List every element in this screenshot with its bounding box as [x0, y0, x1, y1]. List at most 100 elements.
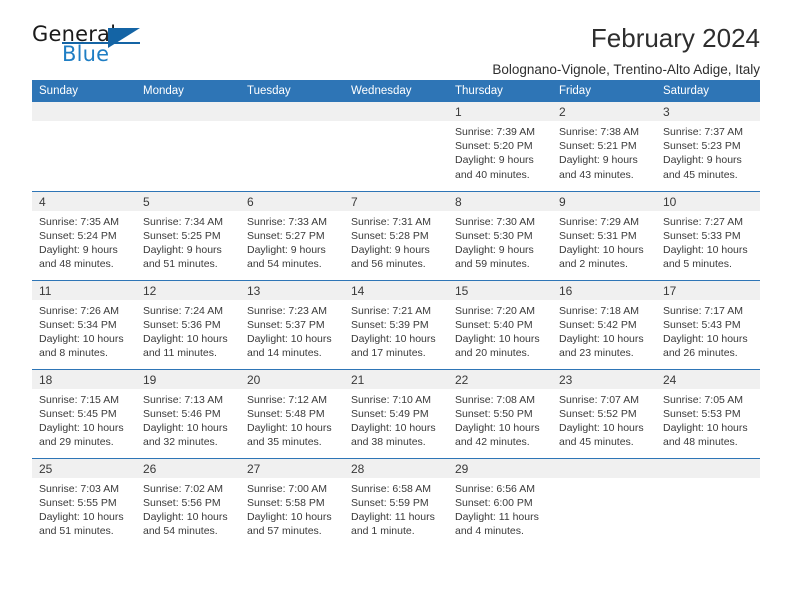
- calendar-day-cell[interactable]: 4 Sunrise: 7:35 AM Sunset: 5:24 PM Daylight…: [32, 190, 136, 280]
- sunrise-text: Sunrise: 7:15 AM: [39, 393, 119, 406]
- sunrise-text: Sunrise: 7:23 AM: [247, 304, 327, 317]
- calendar-day-cell[interactable]: 20 Sunrise: 7:12 AM Sunset: 5:48 PM Dayligh…: [240, 368, 344, 458]
- calendar-day-cell[interactable]: 18 Sunrise: 7:15 AM Sunset: 5:45 PM Dayligh…: [32, 368, 136, 458]
- sunrise-text: Sunrise: 7:35 AM: [39, 215, 119, 228]
- sunrise-text: Sunrise: 7:07 AM: [559, 393, 639, 406]
- day-details: Sunrise: 7:13 AM Sunset: 5:46 PM Daylight:…: [136, 389, 240, 450]
- calendar-day-cell[interactable]: 15 Sunrise: 7:20 AM Sunset: 5:40 PM Dayligh…: [448, 279, 552, 369]
- daylight-text: and 2 minutes.: [559, 258, 628, 271]
- calendar-day-cell[interactable]: 14 Sunrise: 7:21 AM Sunset: 5:39 PM Dayligh…: [344, 279, 448, 369]
- calendar-day-cell-empty: [136, 102, 240, 191]
- calendar-day-cell[interactable]: 28 Sunrise: 6:58 AM Sunset: 5:59 PM Dayligh…: [344, 457, 448, 547]
- sunset-text: Sunset: 5:36 PM: [143, 318, 221, 331]
- day-number: [344, 102, 448, 121]
- daylight-text: Daylight: 10 hours: [143, 421, 228, 434]
- sunset-text: Sunset: 5:55 PM: [39, 496, 117, 509]
- daylight-text: Daylight: 10 hours: [663, 243, 748, 256]
- calendar-day-cell[interactable]: 10 Sunrise: 7:27 AM Sunset: 5:33 PM Dayligh…: [656, 190, 760, 280]
- weekday-header-saturday: Saturday: [656, 80, 760, 102]
- sunset-text: Sunset: 5:45 PM: [39, 407, 117, 420]
- calendar-day-cell[interactable]: 1 Sunrise: 7:39 AM Sunset: 5:20 PM Daylight…: [448, 102, 552, 191]
- calendar-day-cell[interactable]: 12 Sunrise: 7:24 AM Sunset: 5:36 PM Dayligh…: [136, 279, 240, 369]
- day-details: Sunrise: 7:38 AM Sunset: 5:21 PM Daylight:…: [552, 121, 656, 182]
- sunrise-text: Sunrise: 7:34 AM: [143, 215, 223, 228]
- sunset-text: Sunset: 5:42 PM: [559, 318, 637, 331]
- sunset-text: Sunset: 5:33 PM: [663, 229, 741, 242]
- sunrise-text: Sunrise: 6:56 AM: [455, 482, 535, 495]
- daylight-text: Daylight: 10 hours: [247, 332, 332, 345]
- daylight-text: Daylight: 10 hours: [559, 243, 644, 256]
- day-number: 20: [240, 369, 344, 389]
- calendar-day-cell[interactable]: 17 Sunrise: 7:17 AM Sunset: 5:43 PM Dayligh…: [656, 279, 760, 369]
- sunset-text: Sunset: 5:46 PM: [143, 407, 221, 420]
- day-number: 13: [240, 280, 344, 300]
- day-number: 19: [136, 369, 240, 389]
- calendar-day-cell[interactable]: 9 Sunrise: 7:29 AM Sunset: 5:31 PM Daylight…: [552, 190, 656, 280]
- sunrise-text: Sunrise: 7:13 AM: [143, 393, 223, 406]
- calendar-day-cell[interactable]: 25 Sunrise: 7:03 AM Sunset: 5:55 PM Dayligh…: [32, 457, 136, 547]
- sunrise-text: Sunrise: 7:10 AM: [351, 393, 431, 406]
- day-number: [32, 102, 136, 121]
- day-details: Sunrise: 7:10 AM Sunset: 5:49 PM Daylight:…: [344, 389, 448, 450]
- calendar-day-cell[interactable]: 5 Sunrise: 7:34 AM Sunset: 5:25 PM Daylight…: [136, 190, 240, 280]
- calendar-day-cell[interactable]: 29 Sunrise: 6:56 AM Sunset: 6:00 PM Dayligh…: [448, 457, 552, 547]
- daylight-text: and 43 minutes.: [559, 168, 634, 181]
- calendar-day-cell[interactable]: 13 Sunrise: 7:23 AM Sunset: 5:37 PM Dayligh…: [240, 279, 344, 369]
- day-details: Sunrise: 7:18 AM Sunset: 5:42 PM Daylight:…: [552, 300, 656, 361]
- calendar-day-cell[interactable]: 8 Sunrise: 7:30 AM Sunset: 5:30 PM Daylight…: [448, 190, 552, 280]
- sunset-text: Sunset: 5:53 PM: [663, 407, 741, 420]
- calendar-day-cell[interactable]: 23 Sunrise: 7:07 AM Sunset: 5:52 PM Dayligh…: [552, 368, 656, 458]
- sunrise-text: Sunrise: 7:08 AM: [455, 393, 535, 406]
- sunset-text: Sunset: 5:28 PM: [351, 229, 429, 242]
- calendar-day-cell[interactable]: 26 Sunrise: 7:02 AM Sunset: 5:56 PM Dayligh…: [136, 457, 240, 547]
- weekday-header-monday: Monday: [136, 80, 240, 102]
- calendar-day-cell[interactable]: 11 Sunrise: 7:26 AM Sunset: 5:34 PM Dayligh…: [32, 279, 136, 369]
- calendar-day-cell-empty: [344, 102, 448, 191]
- calendar-day-cell[interactable]: 24 Sunrise: 7:05 AM Sunset: 5:53 PM Dayligh…: [656, 368, 760, 458]
- sunset-text: Sunset: 5:59 PM: [351, 496, 429, 509]
- daylight-text: Daylight: 10 hours: [559, 332, 644, 345]
- sunset-text: Sunset: 5:25 PM: [143, 229, 221, 242]
- calendar-header-row: Sunday Monday Tuesday Wednesday Thursday Frid…: [32, 80, 760, 102]
- sunset-text: Sunset: 5:34 PM: [39, 318, 117, 331]
- daylight-text: and 48 minutes.: [39, 258, 114, 271]
- sunset-text: Sunset: 5:52 PM: [559, 407, 637, 420]
- sunset-text: Sunset: 5:58 PM: [247, 496, 325, 509]
- sunrise-text: Sunrise: 7:17 AM: [663, 304, 743, 317]
- day-details: Sunrise: 7:26 AM Sunset: 5:34 PM Daylight:…: [32, 300, 136, 361]
- daylight-text: Daylight: 10 hours: [351, 421, 436, 434]
- day-number: 28: [344, 458, 448, 478]
- daylight-text: Daylight: 10 hours: [143, 332, 228, 345]
- day-details: Sunrise: 7:39 AM Sunset: 5:20 PM Daylight:…: [448, 121, 552, 182]
- calendar-body: 1 Sunrise: 7:39 AM Sunset: 5:20 PM Daylight…: [32, 102, 760, 547]
- general-blue-logo[interactable]: General Blue: [32, 22, 152, 74]
- calendar-day-cell[interactable]: 27 Sunrise: 7:00 AM Sunset: 5:58 PM Dayligh…: [240, 457, 344, 547]
- calendar-day-cell[interactable]: 19 Sunrise: 7:13 AM Sunset: 5:46 PM Dayligh…: [136, 368, 240, 458]
- day-details: Sunrise: 7:30 AM Sunset: 5:30 PM Daylight:…: [448, 211, 552, 272]
- calendar-day-cell[interactable]: 16 Sunrise: 7:18 AM Sunset: 5:42 PM Dayligh…: [552, 279, 656, 369]
- calendar-day-cell[interactable]: 3 Sunrise: 7:37 AM Sunset: 5:23 PM Daylight…: [656, 102, 760, 191]
- day-number: 11: [32, 280, 136, 300]
- calendar-page: General Blue February 2024 Bolognano-Vig…: [0, 0, 792, 612]
- day-number: 25: [32, 458, 136, 478]
- day-number: 10: [656, 191, 760, 211]
- calendar-day-cell[interactable]: 6 Sunrise: 7:33 AM Sunset: 5:27 PM Daylight…: [240, 190, 344, 280]
- daylight-text: Daylight: 10 hours: [143, 510, 228, 523]
- day-details: Sunrise: 7:24 AM Sunset: 5:36 PM Daylight:…: [136, 300, 240, 361]
- sunset-text: Sunset: 5:43 PM: [663, 318, 741, 331]
- day-details: Sunrise: 7:31 AM Sunset: 5:28 PM Daylight:…: [344, 211, 448, 272]
- day-number: 9: [552, 191, 656, 211]
- calendar-day-cell[interactable]: 7 Sunrise: 7:31 AM Sunset: 5:28 PM Daylight…: [344, 190, 448, 280]
- daylight-text: and 26 minutes.: [663, 347, 738, 360]
- daylight-text: Daylight: 10 hours: [39, 510, 124, 523]
- sunrise-text: Sunrise: 7:00 AM: [247, 482, 327, 495]
- daylight-text: and 59 minutes.: [455, 258, 530, 271]
- sunset-text: Sunset: 5:56 PM: [143, 496, 221, 509]
- daylight-text: Daylight: 10 hours: [559, 421, 644, 434]
- calendar-day-cell[interactable]: 2 Sunrise: 7:38 AM Sunset: 5:21 PM Daylight…: [552, 102, 656, 191]
- day-details: Sunrise: 7:17 AM Sunset: 5:43 PM Daylight:…: [656, 300, 760, 361]
- daylight-text: and 38 minutes.: [351, 436, 426, 449]
- location-subtitle: Bolognano-Vignole, Trentino-Alto Adige, …: [492, 62, 760, 77]
- calendar-day-cell[interactable]: 22 Sunrise: 7:08 AM Sunset: 5:50 PM Dayligh…: [448, 368, 552, 458]
- calendar-day-cell[interactable]: 21 Sunrise: 7:10 AM Sunset: 5:49 PM Dayligh…: [344, 368, 448, 458]
